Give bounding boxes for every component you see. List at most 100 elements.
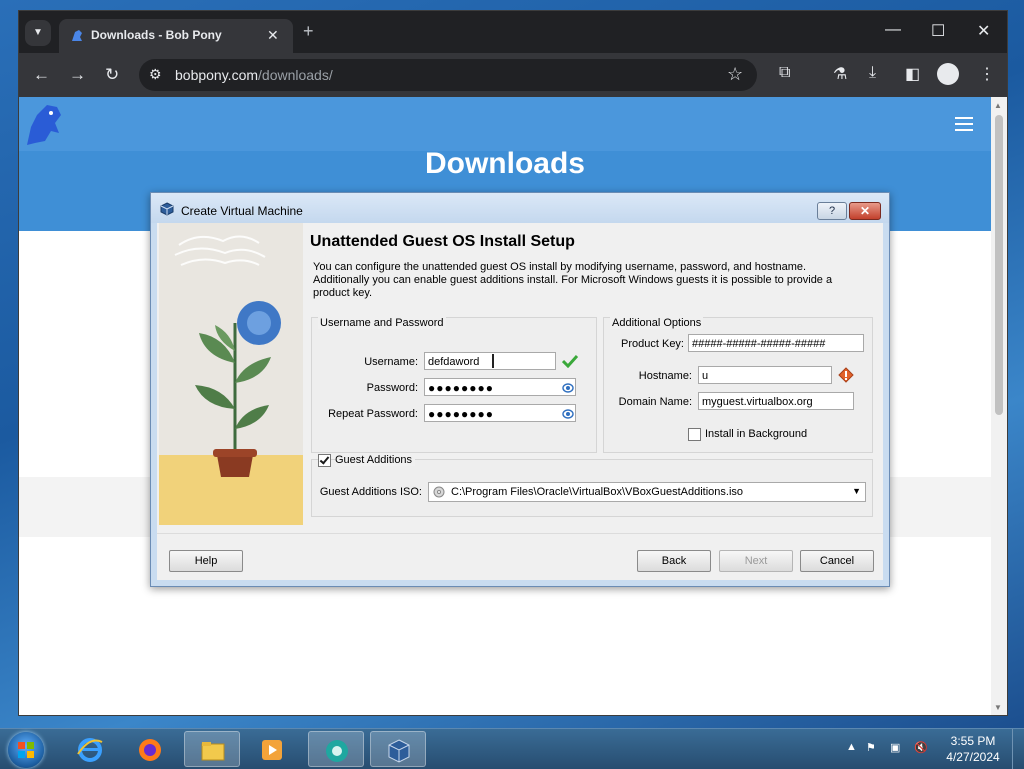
guest-additions-group: Guest Additions Guest Additions ISO: C:\… <box>311 454 873 517</box>
tab-downloads[interactable]: Downloads - Bob Pony ✕ <box>59 19 293 53</box>
group-title-options: Additional Options <box>610 317 704 329</box>
dialog-title: Create Virtual Machine <box>181 204 303 218</box>
clock-date: 4/27/2024 <box>946 750 1000 764</box>
network-icon[interactable]: ▣ <box>890 741 900 754</box>
create-vm-dialog: Create Virtual Machine ? ✕ Unattended Gu… <box>150 192 890 587</box>
hostname-input[interactable]: u <box>698 366 832 384</box>
tab-close-icon[interactable]: ✕ <box>267 27 279 44</box>
dialog-body: Unattended Guest OS Install Setup You ca… <box>157 223 883 580</box>
tab-title: Downloads - Bob Pony <box>91 28 222 42</box>
tab-strip: ▼ Downloads - Bob Pony ✕ + — ☐ ✕ <box>19 11 1007 53</box>
forward-arrow-icon[interactable]: → <box>69 65 86 85</box>
minimize-button[interactable]: — <box>885 21 901 39</box>
hostname-value: u <box>702 370 709 382</box>
username-password-group: Username and Password Username: defdawor… <box>311 317 597 453</box>
back-button[interactable]: Back <box>637 550 711 572</box>
show-password-eye-icon[interactable] <box>562 382 574 394</box>
windows-logo-icon <box>18 742 34 758</box>
product-key-label: Product Key: <box>621 338 684 350</box>
show-repeat-password-eye-icon[interactable] <box>562 408 574 420</box>
next-button[interactable]: Next <box>719 550 793 572</box>
password-input[interactable]: ●●●●●●●● <box>424 378 576 396</box>
guest-additions-checkbox[interactable] <box>318 454 331 467</box>
new-tab-button[interactable]: + <box>303 21 314 42</box>
bookmark-star-icon[interactable]: ☆ <box>727 64 743 85</box>
domain-name-label: Domain Name: <box>618 396 692 408</box>
close-window-button[interactable]: ✕ <box>977 21 990 41</box>
hamburger-menu-icon[interactable] <box>955 117 973 131</box>
dialog-titlebar[interactable]: Create Virtual Machine ? ✕ <box>151 193 889 223</box>
username-valid-check-icon <box>562 354 578 368</box>
taskbar-file-explorer[interactable] <box>184 731 240 767</box>
username-input[interactable]: defdaword <box>424 352 556 370</box>
wizard-illustration <box>159 223 303 525</box>
volume-muted-icon[interactable]: 🔇 <box>914 741 928 754</box>
taskbar-virtualbox[interactable] <box>370 731 426 767</box>
guest-additions-label: Guest Additions <box>335 454 416 466</box>
dropdown-arrow-icon[interactable]: ▼ <box>852 486 861 496</box>
taskbar-media-player[interactable] <box>244 731 300 767</box>
site-info-icon[interactable]: ⚙ <box>149 66 162 83</box>
browser-toolbar: ← → ↻ ⚙ bobpony.com/downloads/ ☆ ⧉ ⚗ ⤓ ◧… <box>19 53 1007 97</box>
clock-time: 3:55 PM <box>950 734 996 748</box>
cancel-button[interactable]: Cancel <box>800 550 874 572</box>
bobpony-logo-icon[interactable] <box>21 101 67 149</box>
dialog-help-button[interactable]: ? <box>817 202 847 220</box>
profile-avatar-icon[interactable] <box>937 63 959 85</box>
browser-app-icon <box>326 740 348 762</box>
hostname-label: Hostname: <box>638 370 692 382</box>
username-label: Username: <box>364 356 418 368</box>
disc-file-icon <box>433 486 445 498</box>
show-hidden-icons-icon[interactable]: ▲ <box>846 741 857 753</box>
download-icon[interactable]: ⤓ <box>869 64 876 82</box>
guest-additions-iso-value: C:\Program Files\Oracle\VirtualBox\VBoxG… <box>451 486 744 498</box>
tab-search-chevron-icon[interactable]: ▼ <box>25 20 51 46</box>
repeat-password-input[interactable]: ●●●●●●●● <box>424 404 576 422</box>
wizard-description: You can configure the unattended guest O… <box>313 261 833 299</box>
additional-options-group: Additional Options Product Key: #####-##… <box>603 317 873 453</box>
media-player-icon <box>262 740 282 760</box>
scroll-up-icon[interactable]: ▲ <box>994 101 1002 110</box>
taskbar-firefox[interactable] <box>122 731 178 767</box>
domain-name-input[interactable]: myguest.virtualbox.org <box>698 392 854 410</box>
address-bar[interactable]: ⚙ bobpony.com/downloads/ ☆ <box>139 59 757 91</box>
help-button[interactable]: Help <box>169 550 243 572</box>
guest-additions-iso-label: Guest Additions ISO: <box>319 486 422 498</box>
folder-icon <box>201 742 225 761</box>
reload-icon[interactable]: ↻ <box>105 65 119 85</box>
product-key-input[interactable]: #####-#####-#####-##### <box>688 334 864 352</box>
virtualbox-taskbar-icon <box>388 739 410 763</box>
site-header <box>19 97 991 151</box>
flower-pot-illustration-icon <box>159 223 303 525</box>
dialog-close-button[interactable]: ✕ <box>849 202 881 220</box>
text-cursor-icon <box>492 354 494 368</box>
page-title: Downloads <box>424 147 585 180</box>
more-menu-icon[interactable]: ⋮ <box>979 64 995 84</box>
firefox-icon <box>139 739 161 761</box>
hostname-warning-icon <box>838 367 854 383</box>
guest-additions-iso-select[interactable]: C:\Program Files\Oracle\VirtualBox\VBoxG… <box>428 482 866 502</box>
extensions-icon[interactable]: ⧉ <box>779 64 790 82</box>
system-clock[interactable]: 3:55 PM 4/27/2024 <box>944 733 1002 765</box>
url-text: bobpony.com/downloads/ <box>175 67 333 83</box>
install-background-checkbox[interactable] <box>688 428 701 441</box>
show-desktop-button[interactable] <box>1012 729 1024 769</box>
domain-name-value: myguest.virtualbox.org <box>702 396 813 408</box>
password-value: ●●●●●●●● <box>428 381 494 395</box>
repeat-password-value: ●●●●●●●● <box>428 407 494 421</box>
action-center-flag-icon[interactable]: ⚑ <box>866 741 876 754</box>
scroll-down-icon[interactable]: ▼ <box>994 703 1002 712</box>
page-scrollbar[interactable]: ▲ ▼ <box>991 97 1007 715</box>
side-panel-icon[interactable]: ◧ <box>905 64 920 84</box>
start-button[interactable] <box>8 732 44 768</box>
wizard-content: Unattended Guest OS Install Setup You ca… <box>307 223 879 525</box>
maximize-button[interactable]: ☐ <box>931 21 945 41</box>
labs-flask-icon[interactable]: ⚗ <box>833 64 847 84</box>
scroll-thumb[interactable] <box>995 115 1003 415</box>
taskbar-chrome-app[interactable] <box>308 731 364 767</box>
back-arrow-icon[interactable]: ← <box>33 65 50 85</box>
username-value: defdaword <box>428 356 480 368</box>
password-label: Password: <box>366 382 418 394</box>
wizard-heading: Unattended Guest OS Install Setup <box>310 233 575 250</box>
taskbar-internet-explorer[interactable] <box>62 731 118 767</box>
